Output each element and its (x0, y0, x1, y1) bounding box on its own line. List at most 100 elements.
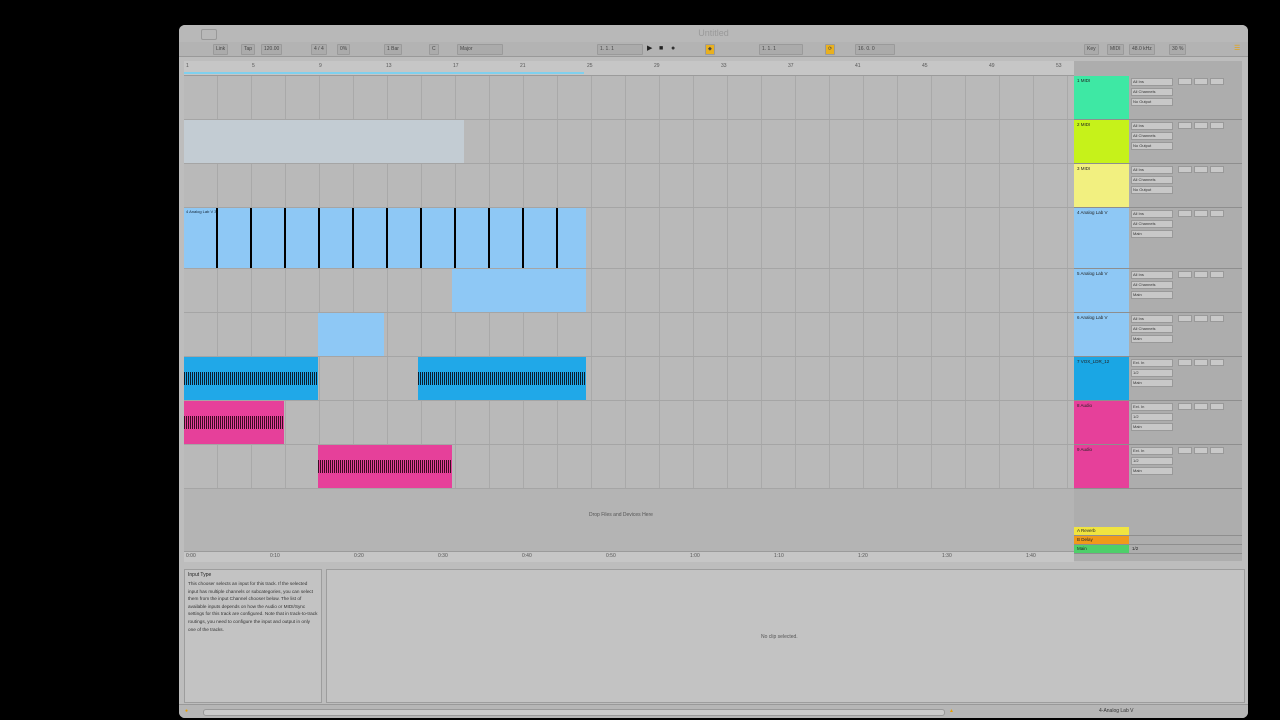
input-channel-chooser[interactable]: All Channels (1131, 220, 1173, 228)
midi-clip[interactable]: 4 Analog Lab V 3 (184, 208, 586, 268)
input-channel-chooser[interactable]: All Channels (1131, 281, 1173, 289)
play-icon[interactable]: ▶ (647, 44, 652, 53)
track-name-area[interactable]: B Delay (1074, 536, 1129, 544)
audio-clip[interactable] (184, 357, 318, 400)
input-type-chooser[interactable]: Ext. In (1131, 359, 1173, 367)
track-lane[interactable] (184, 76, 1074, 120)
track-name-area[interactable]: 1 MIDI (1074, 76, 1129, 119)
track-activator-button[interactable] (1178, 166, 1192, 173)
track-header[interactable]: 6 Analog Lab V All Ins All Channels Main (1074, 313, 1242, 357)
arm-button[interactable] (1210, 447, 1224, 454)
track-header[interactable]: 1 MIDI All Ins All Channels No Output (1074, 76, 1242, 120)
track-lane[interactable] (184, 357, 1074, 401)
record-icon[interactable]: ● (671, 44, 675, 53)
output-chooser[interactable]: No Output (1131, 98, 1173, 106)
arm-button[interactable] (1210, 271, 1224, 278)
midi-clip[interactable] (452, 269, 586, 312)
input-channel-chooser[interactable]: 1/2 (1131, 457, 1173, 465)
arm-button[interactable] (1210, 78, 1224, 85)
solo-button[interactable] (1194, 447, 1208, 454)
input-channel-chooser[interactable]: All Channels (1131, 132, 1173, 140)
stop-icon[interactable]: ■ (659, 44, 663, 53)
loop-brace[interactable] (184, 72, 584, 74)
track-name-area[interactable]: A Reverb (1074, 527, 1129, 535)
audio-clip[interactable] (184, 401, 284, 444)
tempo-field[interactable]: 120.00 (261, 44, 283, 55)
track-activator-button[interactable] (1178, 122, 1192, 129)
track-header[interactable]: 9 Audio Ext. In 1/2 Main (1074, 445, 1242, 489)
output-chooser[interactable]: Main (1131, 230, 1173, 238)
scale-selector[interactable]: Major (457, 44, 503, 55)
arm-button[interactable] (1210, 315, 1224, 322)
arm-button[interactable] (1210, 210, 1224, 217)
key-map-button[interactable]: Key (1084, 44, 1099, 55)
loop-toggle-button[interactable]: ⟳ (825, 44, 836, 55)
track-activator-button[interactable] (1178, 78, 1192, 85)
input-channel-chooser[interactable]: All Channels (1131, 325, 1173, 333)
track-name-area[interactable]: 9 Audio (1074, 445, 1129, 488)
main-track-header[interactable]: Main 1/2 (1074, 545, 1242, 554)
arm-button[interactable] (1210, 122, 1224, 129)
loop-length-field[interactable]: 16. 0. 0 (855, 44, 895, 55)
track-header[interactable]: 2 MIDI All Ins All Channels No Output (1074, 120, 1242, 164)
track-header[interactable]: 4 Analog Lab V All Ins All Channels Main (1074, 208, 1242, 269)
swing-field[interactable]: 0% (337, 44, 351, 55)
output-chooser[interactable]: Main (1131, 467, 1173, 475)
input-channel-chooser[interactable]: 1/2 (1131, 369, 1173, 377)
track-name-area[interactable]: 7 VOX_LDR_12 (1074, 357, 1129, 400)
time-signature-field[interactable]: 4 / 4 (311, 44, 327, 55)
key-selector[interactable]: C (429, 44, 439, 55)
track-activator-button[interactable] (1178, 210, 1192, 217)
solo-button[interactable] (1194, 271, 1208, 278)
output-chooser[interactable]: No Output (1131, 142, 1173, 150)
output-chooser[interactable]: No Output (1131, 186, 1173, 194)
track-activator-button[interactable] (1178, 403, 1192, 410)
audio-clip[interactable] (318, 445, 452, 488)
solo-button[interactable] (1194, 166, 1208, 173)
track-header[interactable]: 3 MIDI All Ins All Channels No Output (1074, 164, 1242, 208)
quantize-menu[interactable]: 1 Bar (384, 44, 402, 55)
main-output-routing[interactable]: 1/2 (1132, 546, 1138, 551)
track-activator-button[interactable] (1178, 447, 1192, 454)
input-channel-chooser[interactable]: All Channels (1131, 176, 1173, 184)
tap-button[interactable]: Tap (241, 44, 256, 55)
solo-button[interactable] (1194, 403, 1208, 410)
track-lane[interactable]: 4 Analog Lab V 3 (184, 208, 1074, 269)
track-header[interactable]: 5 Analog Lab V All Ins All Channels Main (1074, 269, 1242, 313)
arm-button[interactable] (1210, 403, 1224, 410)
track-activator-button[interactable] (1178, 359, 1192, 366)
solo-button[interactable] (1194, 122, 1208, 129)
track-name-area[interactable]: Main (1074, 545, 1129, 553)
track-lane[interactable] (184, 313, 1074, 357)
track-lane[interactable] (184, 164, 1074, 208)
midi-clip[interactable] (318, 313, 384, 356)
beat-ruler[interactable]: 1 5 9 13 17 21 25 29 33 37 41 45 49 53 (184, 61, 1074, 76)
track-lane[interactable] (184, 269, 1074, 313)
time-ruler[interactable]: 0:00 0:10 0:20 0:30 0:40 0:50 1:00 1:10 … (184, 551, 1074, 562)
track-lane[interactable] (184, 401, 1074, 445)
input-type-chooser[interactable]: All Ins (1131, 122, 1173, 130)
solo-button[interactable] (1194, 210, 1208, 217)
loop-start-field[interactable]: 1. 1. 1 (759, 44, 803, 55)
input-type-chooser[interactable]: All Ins (1131, 210, 1173, 218)
return-track-header[interactable]: B Delay (1074, 536, 1242, 545)
arrangement-view[interactable]: 1 5 9 13 17 21 25 29 33 37 41 45 49 53 4… (184, 61, 1074, 562)
link-button[interactable]: Link (213, 44, 229, 55)
track-name-area[interactable]: 6 Analog Lab V (1074, 313, 1129, 356)
output-chooser[interactable]: Main (1131, 423, 1173, 431)
input-channel-chooser[interactable]: 1/2 (1131, 413, 1173, 421)
input-type-chooser[interactable]: All Ins (1131, 315, 1173, 323)
output-chooser[interactable]: Main (1131, 335, 1173, 343)
track-header[interactable]: 7 VOX_LDR_12 Ext. In 1/2 Main (1074, 357, 1242, 401)
sidebar-toggle-icon[interactable] (201, 29, 217, 40)
track-name-area[interactable]: 8 Audio (1074, 401, 1129, 444)
track-lane[interactable] (184, 445, 1074, 489)
track-name-area[interactable]: 3 MIDI (1074, 164, 1129, 207)
track-name-area[interactable]: 4 Analog Lab V (1074, 208, 1129, 268)
midi-map-button[interactable]: MIDI (1107, 44, 1124, 55)
track-name-area[interactable]: 2 MIDI (1074, 120, 1129, 163)
overview-scrollbar[interactable] (203, 709, 945, 716)
input-type-chooser[interactable]: Ext. In (1131, 403, 1173, 411)
solo-button[interactable] (1194, 315, 1208, 322)
arm-button[interactable] (1210, 166, 1224, 173)
